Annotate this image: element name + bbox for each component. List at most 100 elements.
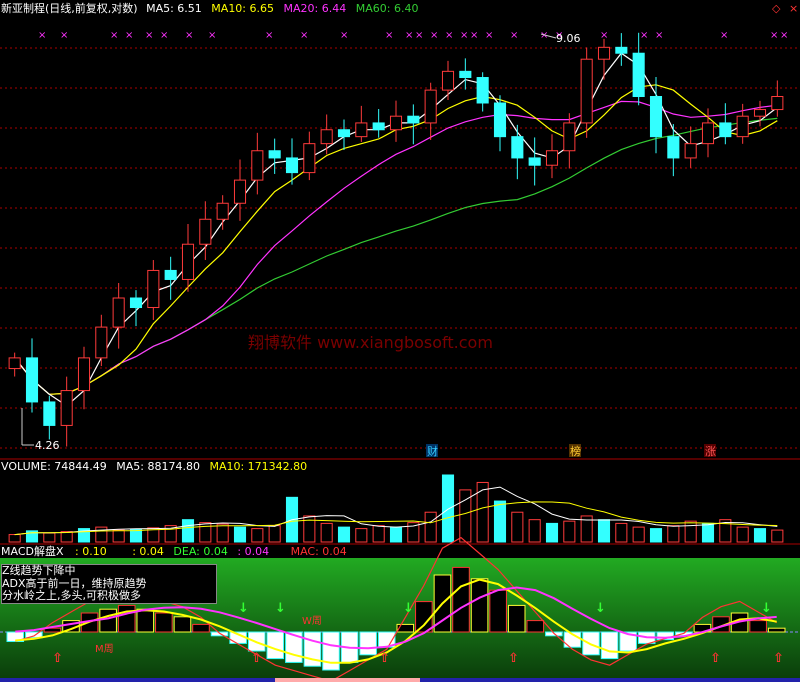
volume-bar (355, 528, 368, 543)
volume-bar (216, 523, 229, 543)
x-mark: × (780, 30, 788, 41)
sell-arrow-icon: ⇧ (379, 651, 390, 666)
x-mark: × (60, 30, 68, 41)
candle-body (337, 129, 351, 138)
m-week-label: M周 (95, 643, 114, 655)
volume-bar (424, 511, 437, 543)
candle-body (580, 58, 593, 124)
volume-bar (667, 525, 680, 543)
candle-body (112, 297, 125, 328)
candle-body (95, 326, 108, 359)
x-mark: × (445, 30, 453, 41)
volume-bars (8, 474, 784, 543)
macd-bar (173, 616, 192, 633)
info-line-1: Z线趋势下降中 (2, 564, 76, 577)
candle-body (407, 115, 420, 124)
candle-body (8, 357, 21, 370)
marker-cai[interactable]: 财 (427, 444, 438, 458)
x-mark: × (300, 30, 308, 41)
marker-bang[interactable]: 榜 (570, 444, 581, 458)
macd-bar (767, 627, 786, 633)
x-mark: × (770, 30, 778, 41)
ma5-label: MA5: 6.51 (146, 2, 202, 15)
marker-zhang[interactable]: 涨 (705, 445, 716, 458)
volume-bar (251, 528, 264, 543)
candle-body (476, 77, 489, 104)
macd-bar (322, 631, 340, 671)
macd-v2: : 0.04 (132, 545, 164, 558)
volume-bar (337, 526, 351, 543)
x-mark: × (185, 30, 193, 41)
x-mark: × (208, 30, 216, 41)
candle-body (389, 115, 403, 131)
candle-body (285, 157, 299, 174)
info-line-3: 分水岭之上,多头,可积极做多 (2, 589, 141, 602)
macd-bar (359, 631, 377, 656)
x-mark: × (485, 30, 493, 41)
candle-body (771, 96, 784, 111)
sell-arrow-icon: ⇧ (251, 651, 262, 666)
candle-body (615, 46, 628, 54)
candle-body (43, 401, 56, 426)
x-mark: × (160, 30, 168, 41)
macd-bar (415, 601, 433, 633)
diamond-icon[interactable]: ◇ (772, 2, 781, 15)
svg-text:VOLUME: 74844.49 MA5: 88: VOLUME: 74844.49 MA5: 88174.80 MA10: 171… (1, 460, 307, 473)
macd-v3: : 0.04 (237, 545, 269, 558)
low-price-label: 4.26 (35, 439, 60, 452)
x-mark: × (265, 30, 273, 41)
svg-text:新亚制程(日线,前复权,对数) MA5: 6.5: 新亚制程(日线,前复权,对数) MA5: 6.51 MA10: 6.65 MA2… (1, 1, 418, 15)
candle-body (199, 218, 212, 245)
candle-body (597, 46, 611, 60)
candle-body (684, 143, 697, 159)
volume-bar (60, 531, 73, 543)
candle-body (251, 150, 264, 181)
macd-bar (136, 608, 155, 633)
volume-ma5-line (14, 486, 778, 536)
high-price-label: 9.06 (556, 32, 581, 45)
x-mark: × (600, 30, 608, 41)
price-grid (0, 47, 800, 449)
candle-body (667, 136, 680, 159)
volume-bar (545, 522, 559, 543)
x-mark: × (415, 30, 423, 41)
candle-body (355, 122, 368, 138)
candle-body (77, 357, 91, 392)
macd-bar (600, 631, 619, 660)
x-mark: × (640, 30, 648, 41)
buy-arrow-icon: ↓ (595, 601, 606, 616)
macd-bar (155, 612, 173, 633)
x-mark: × (385, 30, 393, 41)
signal-marks: × × × × × × × × × × × × × × × × × × × × × × × × × × × × (38, 30, 788, 41)
candle-body (719, 122, 732, 138)
close-icon[interactable]: × (789, 2, 798, 15)
macd-mac: MAC: 0.04 (291, 545, 347, 558)
candle-body (233, 179, 247, 204)
x-mark: × (125, 30, 133, 41)
watermark: 翔博软件 www.xiangbosoft.com (248, 333, 493, 352)
x-mark: × (110, 30, 118, 41)
buy-arrow-icon: ↓ (761, 601, 772, 616)
x-mark: × (655, 30, 663, 41)
macd-bar (470, 578, 489, 633)
candle-body (424, 89, 437, 124)
volume-bar (511, 511, 524, 543)
volume-bar (736, 526, 749, 543)
stock-title: 新亚制程(日线,前复权,对数) (1, 1, 138, 15)
candles (8, 32, 784, 447)
x-mark: × (460, 30, 468, 41)
volume-bar (597, 519, 611, 543)
volume-bar (771, 529, 784, 543)
buy-arrow-icon: ↓ (238, 601, 249, 616)
volume-bar (233, 526, 247, 543)
macd-bar (266, 631, 285, 660)
candle-body (25, 357, 39, 403)
volume-label: VOLUME: 74844.49 (1, 460, 107, 473)
macd-v1: : 0.10 (75, 545, 107, 558)
volume-bar (563, 520, 576, 543)
ma60-label: MA60: 6.40 (356, 2, 419, 15)
volume-bar (8, 534, 21, 543)
candle-body (60, 390, 73, 426)
info-box: Z线趋势下降中 ADX高于前一日，维持原趋势 分水岭之上,多头,可积极做多 (1, 564, 217, 604)
volume-bar (615, 522, 628, 543)
